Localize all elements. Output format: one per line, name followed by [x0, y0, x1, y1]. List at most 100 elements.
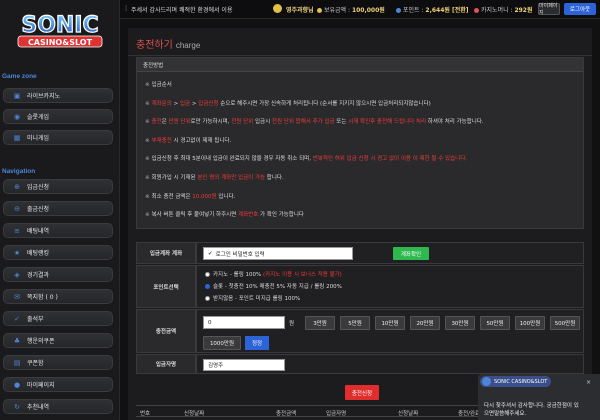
chat-close-icon[interactable]: ×	[586, 379, 591, 386]
chat-widget[interactable]: SONIC CASINO&SLOT × 다시 찾주셔서 감사합니다. 궁금한점이…	[478, 374, 600, 420]
chat-avatar-icon	[482, 377, 491, 386]
sidebar-item-label: 쪽지함 ( 0 )	[27, 294, 58, 301]
live-casino-icon: ▣	[13, 91, 21, 100]
sidebar-item[interactable]: ⊖ 출금신청	[3, 201, 113, 216]
rule-text: 로만 가능하시며,	[190, 119, 232, 126]
sidebar-item[interactable]: ▣ 라이브카지노	[3, 88, 113, 103]
highlight-text: 10,000원	[192, 193, 217, 200]
sidebar-item-label: 마이페이지	[27, 382, 55, 389]
sonic-casino-slot-logo[interactable]: SONIC CASINO&SLOT	[6, 8, 114, 52]
amount-cell: 0 원 정정 3만원 5만원 10만원 20만원 30만원 50만원 100만원 500만원 1…	[196, 309, 584, 353]
chat-message: 으면말씀해주세요.	[484, 411, 527, 417]
sidebar-item[interactable]: ≡ 배팅내역	[3, 223, 113, 238]
bonus-option[interactable]: 카지노 - 롤링 100% (카지노 이용 시 보너스 적용 불가)	[205, 270, 342, 278]
sidebar-item[interactable]: ▤ 쿠폰함	[3, 355, 113, 370]
sidebar-item-label: 배팅랭킹	[27, 250, 50, 257]
title-divider	[128, 55, 592, 56]
highlight-text: 본인 명의 계좌만 입금이 가능	[197, 175, 266, 181]
rule-text: 순으로 해주시면 가장 신속하게 처리됩니다 (순서를 지키지 않으시면 입금처…	[218, 100, 431, 107]
amount-preset-button[interactable]: 10만원	[375, 316, 405, 330]
note-mark-icon: ※	[145, 193, 150, 200]
casino-chip-icon	[474, 8, 479, 13]
bonus-option[interactable]: 슬롯 - 첫충전 10% 매충전 5% 자동 지급 / 롤링 200%	[205, 282, 342, 290]
account-cell: ✔ 로그인 비밀번호 입력 계좌확인	[196, 242, 584, 264]
note-mark-icon: ※	[145, 100, 150, 107]
attendance-icon: ✓	[14, 314, 20, 323]
rule-text: 슬롯 - 첫충전 10% 매충전 5% 자동 지급 / 롤링 200%	[213, 284, 342, 290]
sidebar-item[interactable]: ★ 배팅랭킹	[3, 245, 113, 260]
reset-amount-button[interactable]: 정정	[245, 336, 269, 350]
rule-line: ※ 입금신청 후 최대 5분이내 입금이 완료되지 않을 경우 자동 취소 되며,…	[145, 154, 467, 162]
sidebar-item-label: 미니게임	[27, 135, 50, 142]
sidebar-item[interactable]: ⊕ 입금신청	[3, 179, 113, 194]
radio-icon[interactable]	[205, 296, 210, 301]
note-mark-icon: ※	[145, 156, 150, 163]
highlight-text: 부재충전	[151, 137, 172, 144]
navigation-heading: Navigation	[2, 168, 36, 175]
mypage-button[interactable]: 마이페이지	[538, 3, 560, 16]
rule-text: 받지않음 - 포인트 미지급 롤링 100%	[213, 296, 301, 302]
rule-text: 하셔야 처리 가능합니다.	[426, 119, 484, 126]
amount-preset-button[interactable]: 30만원	[445, 316, 475, 330]
balance-display: 보유금액 : 100,000원	[317, 5, 385, 14]
rule-text: 또는	[334, 119, 349, 126]
column-header: 신청날짜	[184, 411, 205, 417]
logo-text-sub: CASINO&SLOT	[28, 38, 93, 47]
rule-text: 시 경고없이 제재 됩니다.	[171, 137, 232, 144]
logout-button[interactable]: 로그아웃	[564, 3, 596, 15]
submit-deposit-button[interactable]: 충전신청	[345, 385, 379, 400]
sidebar-item[interactable]: ♣ 행운의쿠폰	[3, 333, 113, 348]
amount-preset-button[interactable]: 100만원	[515, 316, 545, 330]
won-unit: 원	[289, 321, 295, 327]
sidebar-item[interactable]: ✓ 출석부	[3, 311, 113, 326]
sidebar-item[interactable]: ● 마이페이지	[3, 377, 113, 392]
bonus-option[interactable]: 받지않음 - 포인트 미지급 롤링 100%	[205, 294, 300, 302]
account-check-button[interactable]: 계좌확인	[393, 247, 429, 260]
method-header: 충전방법	[137, 58, 583, 72]
sidebar-item[interactable]: ◉ 슬롯게임	[3, 109, 113, 124]
amount-preset-button[interactable]: 50만원	[480, 316, 510, 330]
sidebar-item-label: 라이브카지노	[27, 93, 61, 100]
amount-preset-button[interactable]: 5만원	[340, 316, 370, 330]
sidebar-item-label: 행운의쿠폰	[27, 338, 55, 345]
column-header: 충전금액	[276, 411, 297, 417]
rule-text: >	[171, 100, 180, 107]
highlight-text: 천원 단위 합해서 추가 입금	[271, 119, 335, 126]
rule-text: 최소 충전 금액은	[151, 193, 193, 200]
top-bar: | 주세서 감사드리며 쾌적한 환경에서 이용 영주과향님 보유금액 : 100…	[120, 0, 600, 19]
rule-line: ※ 최소 충전 금액은 10,000원 입니다.	[145, 192, 235, 200]
sidebar-item-label: 출금신청	[27, 206, 50, 213]
sidebar-item[interactable]: ↻ 추천내역	[3, 399, 113, 414]
highlight-text: 계좌번호	[238, 212, 259, 219]
note-mark-icon: ※	[145, 82, 150, 88]
sidebar-item[interactable]: ▦ 미니게임	[3, 130, 113, 145]
referral-icon: ↻	[14, 402, 20, 411]
sidebar-item[interactable]: ✉ 쪽지함 ( 0 )	[3, 289, 113, 304]
amount-label: 충전금액	[136, 309, 196, 353]
user-level-icon	[273, 4, 282, 13]
password-input[interactable]: ✔ 로그인 비밀번호 입력	[203, 247, 353, 260]
rule-text: 입금순서	[151, 82, 172, 88]
chat-title: SONIC CASINO&SLOT	[480, 376, 552, 387]
depositor-input[interactable]: 김영주	[203, 359, 285, 371]
highlight-text: 충전	[151, 119, 162, 126]
amount-preset-button[interactable]: 20만원	[410, 316, 440, 330]
rule-text: 회원가입 시 기재된	[151, 175, 198, 181]
highlight-text: 천원 단위	[231, 119, 254, 126]
coupon-icon: ♣	[13, 336, 21, 345]
point-display[interactable]: 포인트 : 2,644원 [전환]	[396, 5, 469, 14]
amount-preset-button[interactable]: 500만원	[550, 316, 580, 330]
note-mark-icon: ※	[145, 137, 150, 144]
radio-icon[interactable]	[205, 272, 210, 277]
sidebar-item-label: 입금신청	[27, 184, 50, 191]
rule-text: 합니다.	[265, 175, 284, 181]
column-header: 번호	[140, 411, 151, 417]
amount-preset-button[interactable]: 3만원	[305, 316, 335, 330]
sidebar-item-label: 추천내역	[27, 404, 50, 411]
page-title: 충전하기 charge	[136, 40, 201, 51]
radio-icon[interactable]	[205, 284, 210, 289]
amount-preset-button[interactable]: 1000만원	[203, 336, 241, 350]
rule-text: >	[190, 100, 199, 107]
amount-input[interactable]: 0	[203, 316, 285, 329]
sidebar-item[interactable]: ◈ 경기결과	[3, 267, 113, 282]
